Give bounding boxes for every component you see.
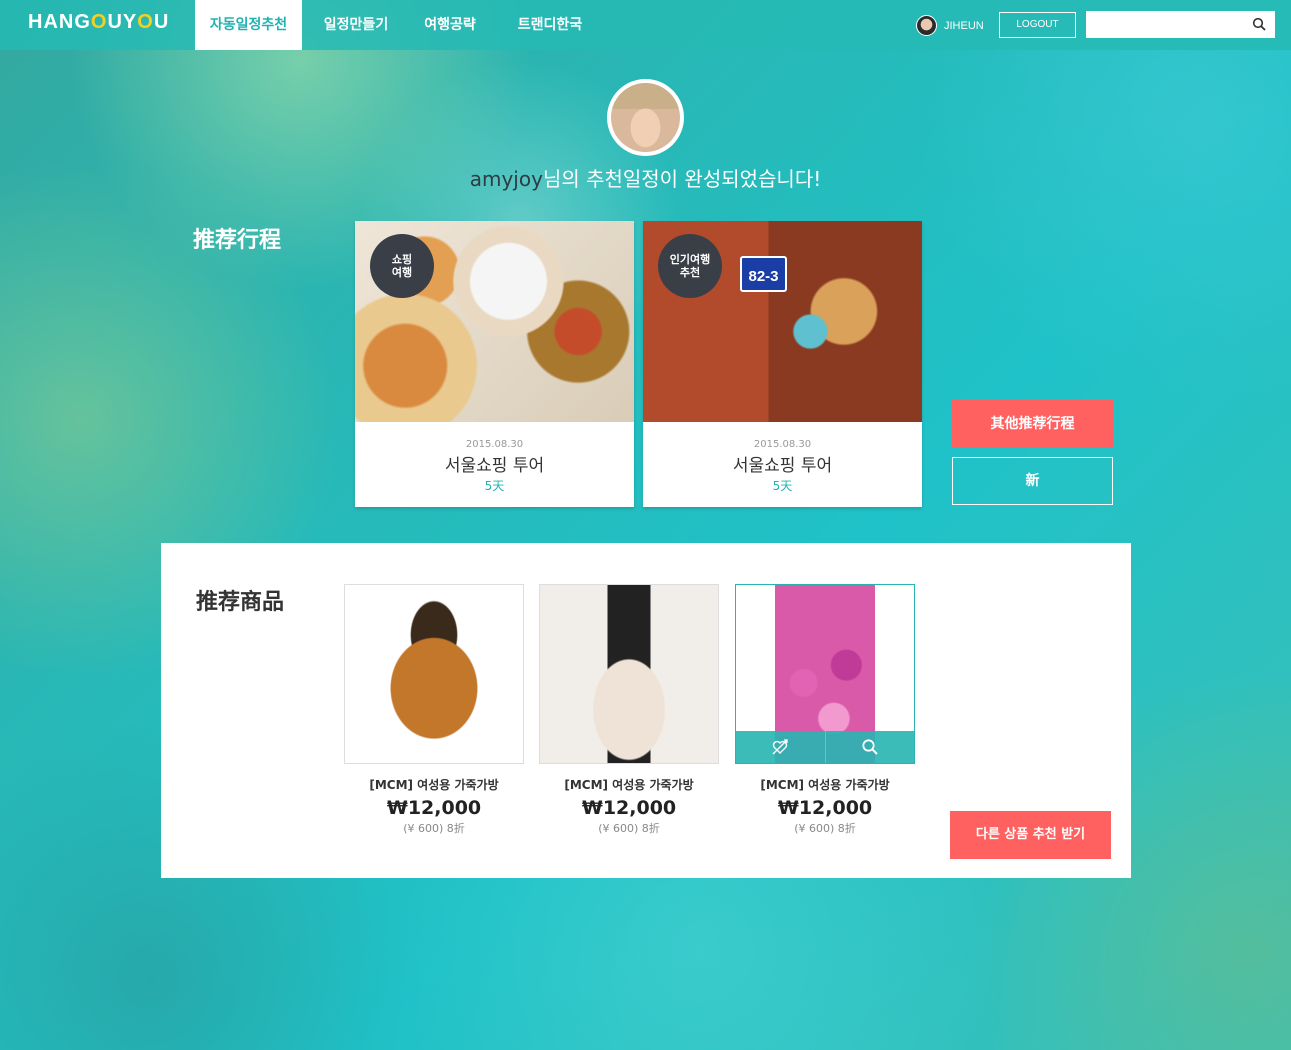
itinerary-date: 2015.08.30 [465,439,524,450]
address-sign: 82-3 [740,256,787,292]
top-nav-bar: HANGOUYOU 자동일정추천 일정만들기 여행공략 트랜디한국 JIHEUN… [0,0,1291,50]
product-name: [MCM] 여성용 가죽가방 [760,778,890,792]
product-image[interactable] [344,584,524,764]
search-icon[interactable] [1252,17,1266,31]
product-item[interactable]: [MCM] 여성용 가죽가방 ₩12,000 (¥ 600) 8折 [735,584,915,836]
user-info[interactable]: JIHEUN [916,15,984,36]
profile-avatar [607,79,684,156]
more-products-button[interactable]: 다른 상품 추천 받기 [950,811,1111,859]
logout-button[interactable]: LOGOUT [999,12,1076,38]
message-text: 님의 추천일정이 완성되었습니다! [542,167,822,191]
search-box [1086,11,1275,38]
nav-auto-schedule[interactable]: 자동일정추천 [195,0,302,50]
wishlist-button[interactable] [736,731,825,763]
user-avatar [916,15,937,36]
product-action-bar [736,731,914,763]
itinerary-title: 서울쇼핑 투어 [732,456,833,476]
nav-trendy-korea[interactable]: 트랜디한국 [490,0,610,50]
new-itinerary-button[interactable]: 新 [952,457,1113,505]
nav-make-schedule[interactable]: 일정만들기 [302,0,410,50]
itinerary-days: 5天 [484,479,505,493]
products-section-title: 推荐商品 [196,590,285,615]
product-sub-price: (¥ 600) 8折 [598,822,660,835]
product-price: ₩12,000 [386,797,482,819]
product-sub-price: (¥ 600) 8折 [794,822,856,835]
product-item[interactable]: [MCM] 여성용 가죽가방 ₩12,000 (¥ 600) 8折 [344,584,524,836]
product-price: ₩12,000 [581,797,677,819]
product-image[interactable] [539,584,719,764]
product-sub-price: (¥ 600) 8折 [403,822,465,835]
itinerary-tag: 인기여행 추천 [658,234,722,298]
search-icon [862,739,878,755]
itinerary-photo: 쇼핑 여행 [355,221,634,422]
product-name: [MCM] 여성용 가죽가방 [369,778,499,792]
product-image[interactable] [735,584,915,764]
heart-arrow-icon [772,739,788,755]
zoom-button[interactable] [824,731,915,763]
background [0,0,1291,1050]
products-panel: 推荐商品 [MCM] 여성용 가죽가방 ₩12,000 (¥ 600) 8折 [… [161,543,1131,878]
product-price: ₩12,000 [777,797,873,819]
itinerary-date: 2015.08.30 [753,439,812,450]
itinerary-photo: 82-3 인기여행 추천 [643,221,922,422]
itinerary-card[interactable]: 82-3 인기여행 추천 2015.08.30 서울쇼핑 투어 5天 [643,221,922,507]
message-username: amyjoy [469,167,543,191]
search-input[interactable] [1086,11,1246,38]
itinerary-section-title: 推荐行程 [193,228,282,253]
itinerary-days: 5天 [772,479,793,493]
completion-message: amyjoy님의 추천일정이 완성되었습니다! [0,163,1291,192]
other-itinerary-button[interactable]: 其他推荐行程 [952,400,1113,448]
itinerary-card[interactable]: 쇼핑 여행 2015.08.30 서울쇼핑 투어 5天 [355,221,634,507]
user-name: JIHEUN [944,19,984,32]
logo[interactable]: HANGOUYOU [28,11,169,34]
product-item[interactable]: [MCM] 여성용 가죽가방 ₩12,000 (¥ 600) 8折 [539,584,719,836]
nav-travel-guide[interactable]: 여행공략 [410,0,490,50]
product-name: [MCM] 여성용 가죽가방 [564,778,694,792]
itinerary-tag: 쇼핑 여행 [370,234,434,298]
itinerary-title: 서울쇼핑 투어 [444,456,545,476]
main-nav: 자동일정추천 일정만들기 여행공략 트랜디한국 [195,0,610,50]
